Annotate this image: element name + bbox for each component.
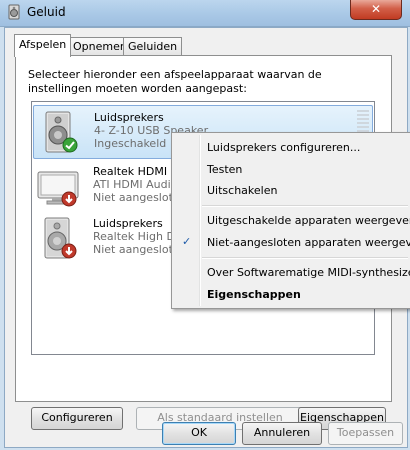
tab-label: Afspelen xyxy=(19,38,67,51)
button-label: Annuleren xyxy=(253,426,311,439)
device-name: Realtek HDMI O xyxy=(93,165,180,178)
menu-item-about-midi[interactable]: Over Softwarematige MIDI-synthesizer xyxy=(207,266,410,279)
menu-separator xyxy=(202,205,408,207)
configure-button[interactable]: Configureren xyxy=(31,407,123,430)
speaker-app-icon xyxy=(8,4,20,20)
menu-item-configure-speakers[interactable]: Luidsprekers configureren... xyxy=(207,141,360,154)
device-name: Luidsprekers xyxy=(93,217,163,230)
menu-separator xyxy=(202,257,408,259)
tab-geluiden[interactable]: Geluiden xyxy=(123,37,183,56)
tab-afspelen[interactable]: Afspelen xyxy=(14,34,72,57)
button-label: Configureren xyxy=(41,411,113,424)
device-name: Luidsprekers xyxy=(94,111,164,124)
title-bar[interactable]: Geluid ✕ xyxy=(0,0,410,27)
menu-item-test[interactable]: Testen xyxy=(207,163,242,176)
down-arrow-badge-icon xyxy=(61,191,77,207)
tab-label: Opnemen xyxy=(73,40,127,53)
device-status: Ingeschakeld xyxy=(94,137,167,150)
menu-item-properties[interactable]: Eigenschappen xyxy=(207,288,301,301)
device-description: Realtek High De xyxy=(93,230,182,243)
instructions-text: Selecteer hieronder een afspeelapparaat … xyxy=(28,68,322,95)
cancel-button[interactable]: Annuleren xyxy=(242,422,322,445)
window-title: Geluid xyxy=(27,5,66,19)
menu-item-show-disconnected[interactable]: Niet-aangesloten apparaten weergeven xyxy=(207,236,410,249)
button-label: OK xyxy=(191,426,207,439)
close-icon: ✕ xyxy=(370,2,382,16)
tab-label: Geluiden xyxy=(128,40,178,53)
apply-button[interactable]: Toepassen xyxy=(328,422,403,445)
context-menu: Luidsprekers configureren... Testen Uits… xyxy=(171,132,410,309)
checkmark-icon: ✓ xyxy=(182,235,192,248)
menu-item-show-disabled[interactable]: Uitgeschakelde apparaten weergeven xyxy=(207,214,410,227)
check-badge-icon xyxy=(62,137,78,153)
ok-button[interactable]: OK xyxy=(162,422,236,445)
button-label: Toepassen xyxy=(336,426,395,439)
down-arrow-badge-icon xyxy=(61,243,77,259)
close-button[interactable]: ✕ xyxy=(350,0,402,20)
device-description: ATI HDMI Audio xyxy=(93,178,178,191)
menu-item-disable[interactable]: Uitschakelen xyxy=(207,184,277,197)
